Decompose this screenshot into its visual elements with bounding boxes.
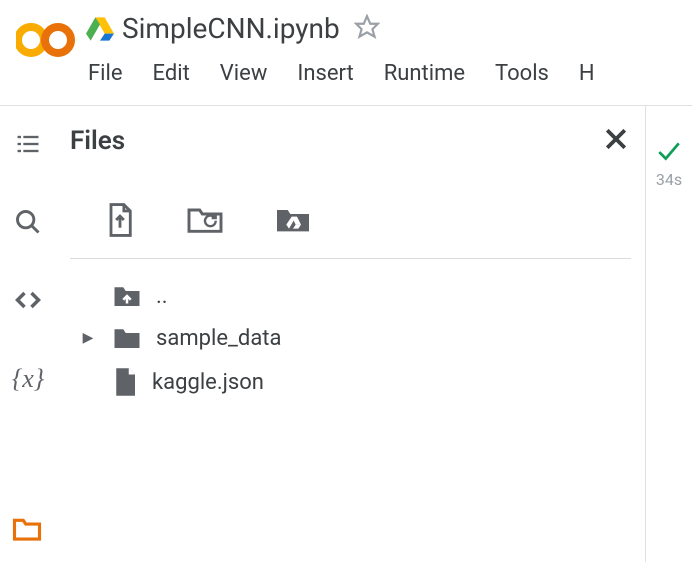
menu-tools[interactable]: Tools — [495, 61, 549, 86]
folder-up-icon — [112, 283, 142, 309]
status-strip: 34s — [646, 106, 692, 189]
menu-edit[interactable]: Edit — [153, 61, 190, 86]
menu-runtime[interactable]: Runtime — [384, 61, 465, 86]
refresh-folder-icon[interactable] — [186, 202, 224, 242]
search-icon[interactable] — [14, 208, 42, 240]
file-label: kaggle.json — [152, 370, 264, 395]
toc-icon[interactable] — [14, 130, 42, 162]
header: SimpleCNN.ipynb File Edit View Insert Ru… — [0, 0, 692, 106]
file-row[interactable]: kaggle.json — [78, 359, 631, 405]
parent-dir-row[interactable]: .. — [78, 275, 631, 317]
code-icon[interactable] — [13, 286, 43, 318]
mount-drive-icon[interactable] — [274, 202, 312, 242]
files-panel-title: Files — [70, 126, 125, 156]
parent-dir-label: .. — [156, 284, 168, 309]
menu-view[interactable]: View — [220, 61, 268, 86]
notebook-title[interactable]: SimpleCNN.ipynb — [122, 12, 340, 45]
title-row: SimpleCNN.ipynb — [86, 10, 692, 45]
status-time: 34s — [646, 170, 692, 189]
drive-icon — [86, 17, 114, 41]
check-icon — [646, 140, 692, 166]
close-icon[interactable] — [601, 124, 631, 158]
files-panel: Files .. ▶ — [56, 106, 646, 562]
file-actions — [70, 158, 631, 259]
upload-file-icon[interactable] — [104, 202, 136, 242]
colab-logo[interactable] — [8, 10, 86, 60]
file-icon — [112, 367, 138, 397]
folder-label: sample_data — [156, 326, 281, 351]
left-rail: {x} — [0, 106, 56, 562]
variables-icon[interactable]: {x} — [12, 364, 44, 394]
menubar: File Edit View Insert Runtime Tools H — [86, 45, 692, 98]
menu-insert[interactable]: Insert — [297, 61, 353, 86]
chevron-right-icon[interactable]: ▶ — [78, 330, 98, 346]
menu-help[interactable]: H — [579, 61, 595, 86]
file-tree: .. ▶ sample_data kaggle.json — [70, 259, 631, 405]
star-icon[interactable] — [354, 14, 380, 44]
folder-row[interactable]: ▶ sample_data — [78, 317, 631, 359]
menu-file[interactable]: File — [88, 61, 123, 86]
folder-icon — [112, 325, 142, 351]
files-rail-icon[interactable] — [12, 516, 42, 546]
